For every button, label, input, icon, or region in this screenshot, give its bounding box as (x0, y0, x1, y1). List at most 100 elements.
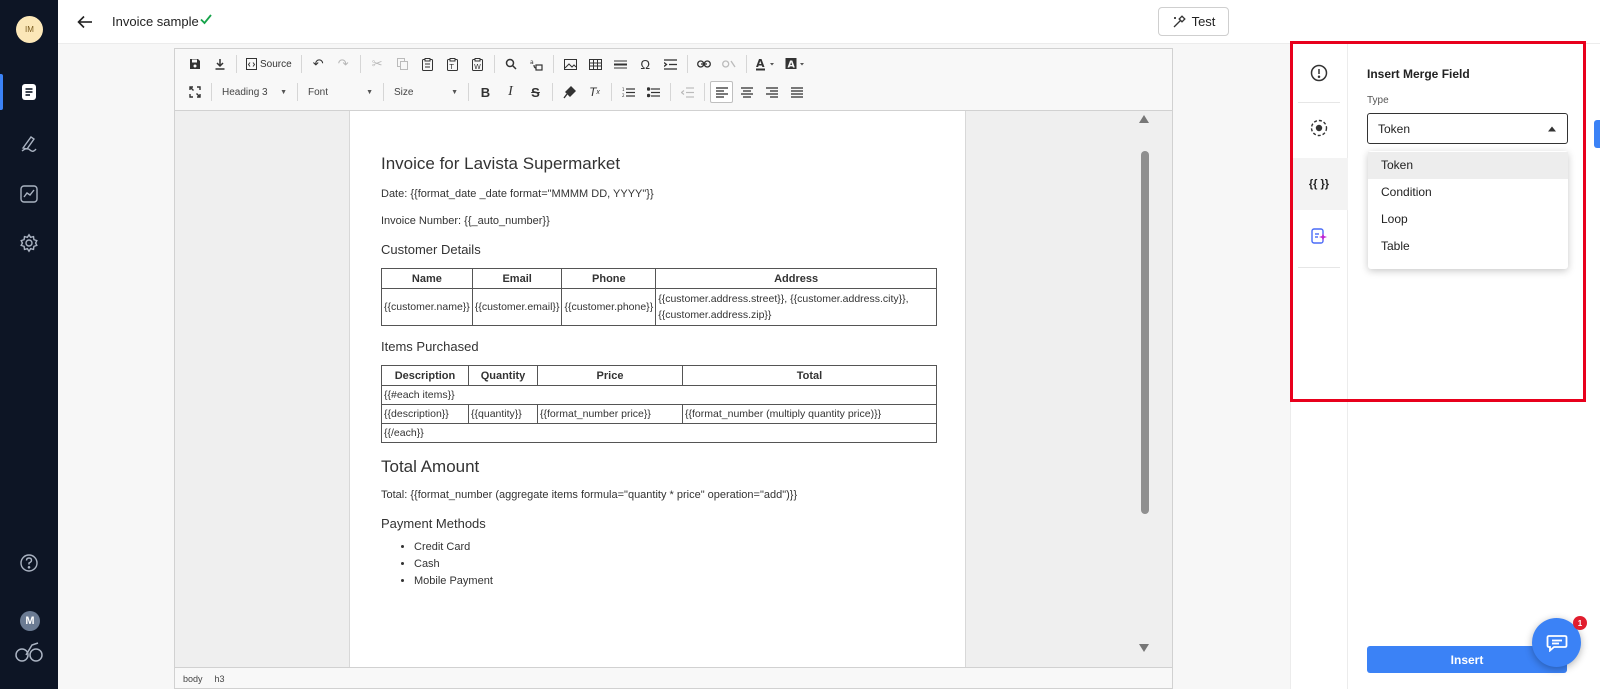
outdent-icon[interactable] (676, 81, 699, 103)
document-page[interactable]: Invoice for Lavista Supermarket Date: {{… (349, 111, 966, 667)
source-code-icon (246, 58, 257, 70)
ai-document-icon[interactable] (1290, 212, 1348, 260)
path-body[interactable]: body (183, 674, 203, 688)
templates-icon[interactable] (17, 80, 41, 104)
toolbar-divider (552, 83, 553, 101)
back-arrow-icon[interactable] (74, 11, 96, 33)
toolbar-divider (383, 83, 384, 101)
svg-text:a: a (530, 59, 534, 66)
help-icon[interactable] (17, 551, 41, 575)
panel-icon-column: {{ }} (1290, 44, 1348, 689)
indent-block-icon[interactable] (659, 53, 682, 75)
maximize-icon[interactable] (183, 81, 206, 103)
toolbar-divider (745, 55, 747, 73)
scroll-down-icon[interactable] (1138, 643, 1150, 653)
text-color-icon[interactable]: A (752, 53, 780, 75)
align-right-icon[interactable] (760, 81, 783, 103)
rail-active-indicator (0, 74, 3, 110)
background-color-icon[interactable]: A (782, 53, 810, 75)
svg-text:A: A (756, 57, 765, 70)
bulleted-list-icon[interactable] (642, 81, 665, 103)
download-icon[interactable] (208, 53, 231, 75)
unlink-icon[interactable] (718, 53, 741, 75)
italic-icon[interactable]: I (499, 81, 522, 103)
special-char-icon[interactable]: Ω (634, 53, 657, 75)
image-icon[interactable] (559, 53, 582, 75)
each-open-cell: {{#each items}} (381, 385, 937, 405)
caret-down-icon: ▼ (366, 88, 373, 96)
paste-word-icon[interactable]: W (466, 53, 489, 75)
table-cell: {{quantity}} (468, 404, 538, 424)
workspace-badge[interactable]: M (20, 611, 40, 631)
option-loop[interactable]: Loop (1368, 206, 1568, 233)
toolbar-divider (236, 55, 237, 73)
toolbar-divider (211, 83, 212, 101)
remove-format-icon[interactable]: Tx (583, 81, 606, 103)
align-left-icon[interactable] (710, 81, 733, 103)
type-dropdown-menu: Token Condition Loop Table (1368, 151, 1568, 269)
test-button[interactable]: Test (1158, 7, 1229, 36)
bold-icon[interactable]: B (474, 81, 497, 103)
type-select[interactable]: Token (1367, 113, 1568, 144)
payment-heading: Payment Methods (381, 516, 486, 531)
caret-down-icon: ▼ (280, 88, 287, 96)
table-cell: {{customer.name}} (381, 288, 473, 326)
analytics-icon[interactable] (17, 182, 41, 206)
target-icon[interactable] (1290, 104, 1348, 152)
table-icon[interactable] (584, 53, 607, 75)
font-dropdown[interactable]: Font ▼ (303, 81, 378, 103)
undo-icon[interactable]: ↶ (307, 53, 330, 75)
element-path-bar: body h3 (175, 667, 1172, 688)
format-dropdown[interactable]: Heading 3 ▼ (217, 81, 292, 103)
table-header: Quantity (468, 365, 538, 386)
merge-field-icon[interactable]: {{ }} (1290, 158, 1348, 210)
strikethrough-icon[interactable]: S (524, 81, 547, 103)
link-icon[interactable] (693, 53, 716, 75)
svg-text:1: 1 (622, 87, 625, 92)
align-center-icon[interactable] (735, 81, 758, 103)
horizontal-line-icon[interactable] (609, 53, 632, 75)
info-alert-icon[interactable] (1290, 49, 1348, 97)
paste-icon[interactable] (416, 53, 439, 75)
list-item: Credit Card (414, 539, 965, 556)
side-tab[interactable] (1594, 120, 1600, 148)
save-icon[interactable] (183, 53, 206, 75)
left-rail: IM M (0, 0, 58, 689)
scroll-up-icon[interactable] (1138, 114, 1150, 124)
toolbar-divider (611, 83, 612, 101)
path-h3[interactable]: h3 (215, 674, 225, 688)
table-row: {{/each}} (381, 423, 937, 443)
option-condition[interactable]: Condition (1368, 179, 1568, 206)
font-dropdown-value: Font (308, 86, 329, 98)
replace-icon[interactable]: a (525, 53, 548, 75)
size-dropdown[interactable]: Size ▼ (389, 81, 463, 103)
option-table[interactable]: Table (1368, 233, 1568, 260)
editor-toolbar: Source ↶ ↷ ✂ T W a Ω A A Heading 3 ▼ Fon… (175, 49, 1172, 111)
paste-text-icon[interactable]: T (441, 53, 464, 75)
settings-gear-icon[interactable] (17, 231, 41, 255)
find-icon[interactable] (500, 53, 523, 75)
table-cell: {{customer.phone}} (561, 288, 657, 326)
source-button[interactable]: Source (242, 53, 296, 75)
table-cell: {{customer.address.street}}, {{customer.… (655, 288, 937, 326)
numbered-list-icon[interactable]: 12 (617, 81, 640, 103)
copy-icon[interactable] (391, 53, 414, 75)
copy-format-icon[interactable] (558, 81, 581, 103)
editor-canvas[interactable]: Invoice for Lavista Supermarket Date: {{… (175, 111, 1172, 667)
table-header: Total (682, 365, 937, 386)
cut-icon[interactable]: ✂ (366, 53, 389, 75)
scroll-thumb[interactable] (1141, 151, 1149, 514)
notification-badge: 1 (1573, 616, 1587, 630)
table-cell: {{customer.email}} (471, 288, 563, 326)
user-avatar[interactable]: IM (16, 16, 43, 43)
total-heading: Total Amount (381, 457, 480, 476)
justify-icon[interactable] (785, 81, 808, 103)
editor-scrollbar[interactable] (1137, 111, 1151, 667)
option-token[interactable]: Token (1368, 152, 1568, 179)
caret-down-icon: ▼ (451, 88, 458, 96)
toolbar-divider (300, 55, 302, 73)
redo-icon[interactable]: ↷ (332, 53, 355, 75)
type-select-value: Token (1378, 121, 1411, 136)
invoice-title: Invoice for Lavista Supermarket (381, 154, 621, 173)
signature-icon[interactable] (17, 131, 41, 155)
